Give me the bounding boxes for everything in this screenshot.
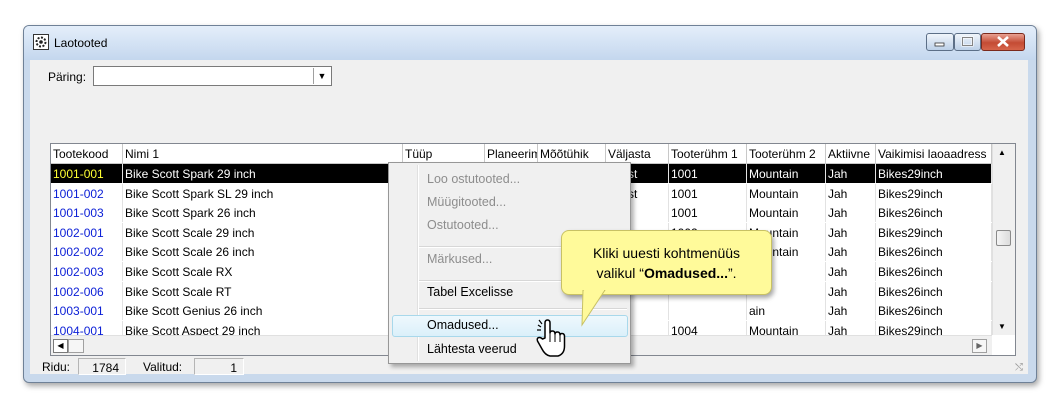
table-cell: Bikes26inch [876, 262, 992, 281]
scroll-down-icon[interactable]: ▼ [998, 322, 1006, 331]
table-cell: Bike Scott Scale 29 inch [123, 222, 403, 242]
table-cell: 1001 [669, 183, 747, 203]
title-bar[interactable]: Laotooted [24, 26, 1036, 60]
context-menu-item[interactable]: Lähtesta veerud [427, 342, 517, 356]
product-code-cell: 1002-002 [51, 242, 123, 262]
selected-count: 1 [194, 358, 244, 375]
table-cell: Mountain [747, 164, 826, 183]
table-cell: Mountain [747, 183, 826, 203]
callout-pointer [581, 290, 606, 327]
table-cell: Bikes26inch [876, 242, 992, 262]
table-cell: Bikes26inch [876, 301, 992, 321]
product-code-cell: 1003-001 [51, 301, 123, 321]
vertical-scrollbar[interactable]: ▲ ▼ [992, 144, 1015, 335]
column-header[interactable]: Tooterühm 2 [747, 144, 826, 164]
window-title: Laotooted [54, 36, 108, 50]
context-menu-item: Müügitooted... [427, 195, 507, 209]
product-code-cell: 1002-001 [51, 222, 123, 242]
gear-icon [33, 34, 49, 50]
table-cell: Jah [826, 242, 876, 262]
product-code-cell: 1002-006 [51, 281, 123, 301]
table-cell: ain [747, 301, 826, 321]
table-cell: Jah [826, 281, 876, 301]
table-cell: Jah [826, 301, 876, 321]
product-code-cell: 1001-002 [51, 183, 123, 203]
table-cell [669, 301, 747, 321]
table-cell: Jah [826, 262, 876, 281]
rows-count: 1784 [78, 358, 126, 375]
table-cell: Bike Scott Spark 29 inch [123, 164, 403, 183]
instruction-callout: Kliki uuesti kohtmenüüs valikul “Omaduse… [561, 230, 772, 295]
table-cell: Bike Scott Genius 26 inch [123, 301, 403, 321]
table-cell: Jah [826, 183, 876, 203]
column-header[interactable]: Tooterühm 1 [669, 144, 747, 164]
table-cell: Mountain [747, 203, 826, 223]
column-header[interactable]: Tüüp [403, 144, 485, 164]
table-cell: Jah [826, 222, 876, 242]
table-cell: Bikes26inch [876, 203, 992, 223]
minimize-icon [934, 42, 945, 47]
maximize-button[interactable] [954, 33, 981, 51]
resize-grip-icon[interactable]: ⤭ [1015, 362, 1023, 373]
table-cell: Bikes29inch [876, 183, 992, 203]
close-icon [997, 36, 1009, 47]
scroll-right-icon[interactable]: ▶ [972, 339, 987, 353]
horizontal-scroll-thumb[interactable] [68, 339, 84, 353]
query-label: Päring: [48, 70, 87, 84]
table-cell: Bike Scott Spark SL 29 inch [123, 183, 403, 203]
table-cell: Jah [826, 203, 876, 223]
column-header[interactable]: Mõõtühik [538, 144, 606, 164]
column-header[interactable]: Tootekood [51, 144, 123, 164]
selected-label: Valitud: [143, 360, 183, 374]
table-cell: Bike Scott Spark 26 inch [123, 203, 403, 223]
maximize-icon [961, 36, 974, 47]
table-cell: Bike Scott Scale RX [123, 262, 403, 281]
product-code-cell: 1001-001 [51, 164, 123, 183]
close-button[interactable] [981, 33, 1025, 51]
column-header[interactable]: Aktiivne [826, 144, 876, 164]
context-menu-item: Ostutooted... [427, 218, 499, 232]
hand-pointer-icon [536, 319, 566, 357]
column-header[interactable]: Planeerim [485, 144, 538, 164]
column-header[interactable]: Nimi 1 [123, 144, 403, 164]
callout-line-1: Kliki uuesti kohtmenüüs [592, 245, 741, 261]
table-cell: Bikes29inch [876, 164, 992, 183]
product-code-cell: 1001-003 [51, 203, 123, 223]
context-menu-item: Loo ostutooted... [427, 172, 521, 186]
table-cell: Jah [826, 164, 876, 183]
table-cell: 1001 [669, 164, 747, 183]
callout-line-2: valikul “Omadused...”. [596, 265, 737, 281]
scroll-up-icon[interactable]: ▲ [998, 148, 1006, 157]
query-select[interactable]: ▼ [93, 66, 332, 86]
context-menu-item[interactable]: Omadused... [427, 318, 499, 332]
rows-label: Ridu: [42, 360, 71, 374]
table-cell: Bike Scott Scale 26 inch [123, 242, 403, 262]
table-cell: Bikes26inch [876, 281, 992, 301]
minimize-button[interactable] [926, 33, 954, 51]
product-code-cell: 1002-003 [51, 262, 123, 281]
column-header[interactable]: Väljasta [606, 144, 669, 164]
chevron-down-icon[interactable]: ▼ [313, 68, 330, 84]
table-cell: 1001 [669, 203, 747, 223]
column-header[interactable]: Vaikimisi laoaadress [876, 144, 992, 164]
scroll-left-icon[interactable]: ◀ [53, 339, 68, 353]
table-cell: Bikes29inch [876, 222, 992, 242]
vertical-scroll-thumb[interactable] [996, 230, 1011, 246]
context-menu-item: Märkused... [427, 252, 493, 266]
table-cell: Bike Scott Scale RT [123, 281, 403, 301]
context-menu-item[interactable]: Tabel Excelisse [427, 285, 513, 299]
